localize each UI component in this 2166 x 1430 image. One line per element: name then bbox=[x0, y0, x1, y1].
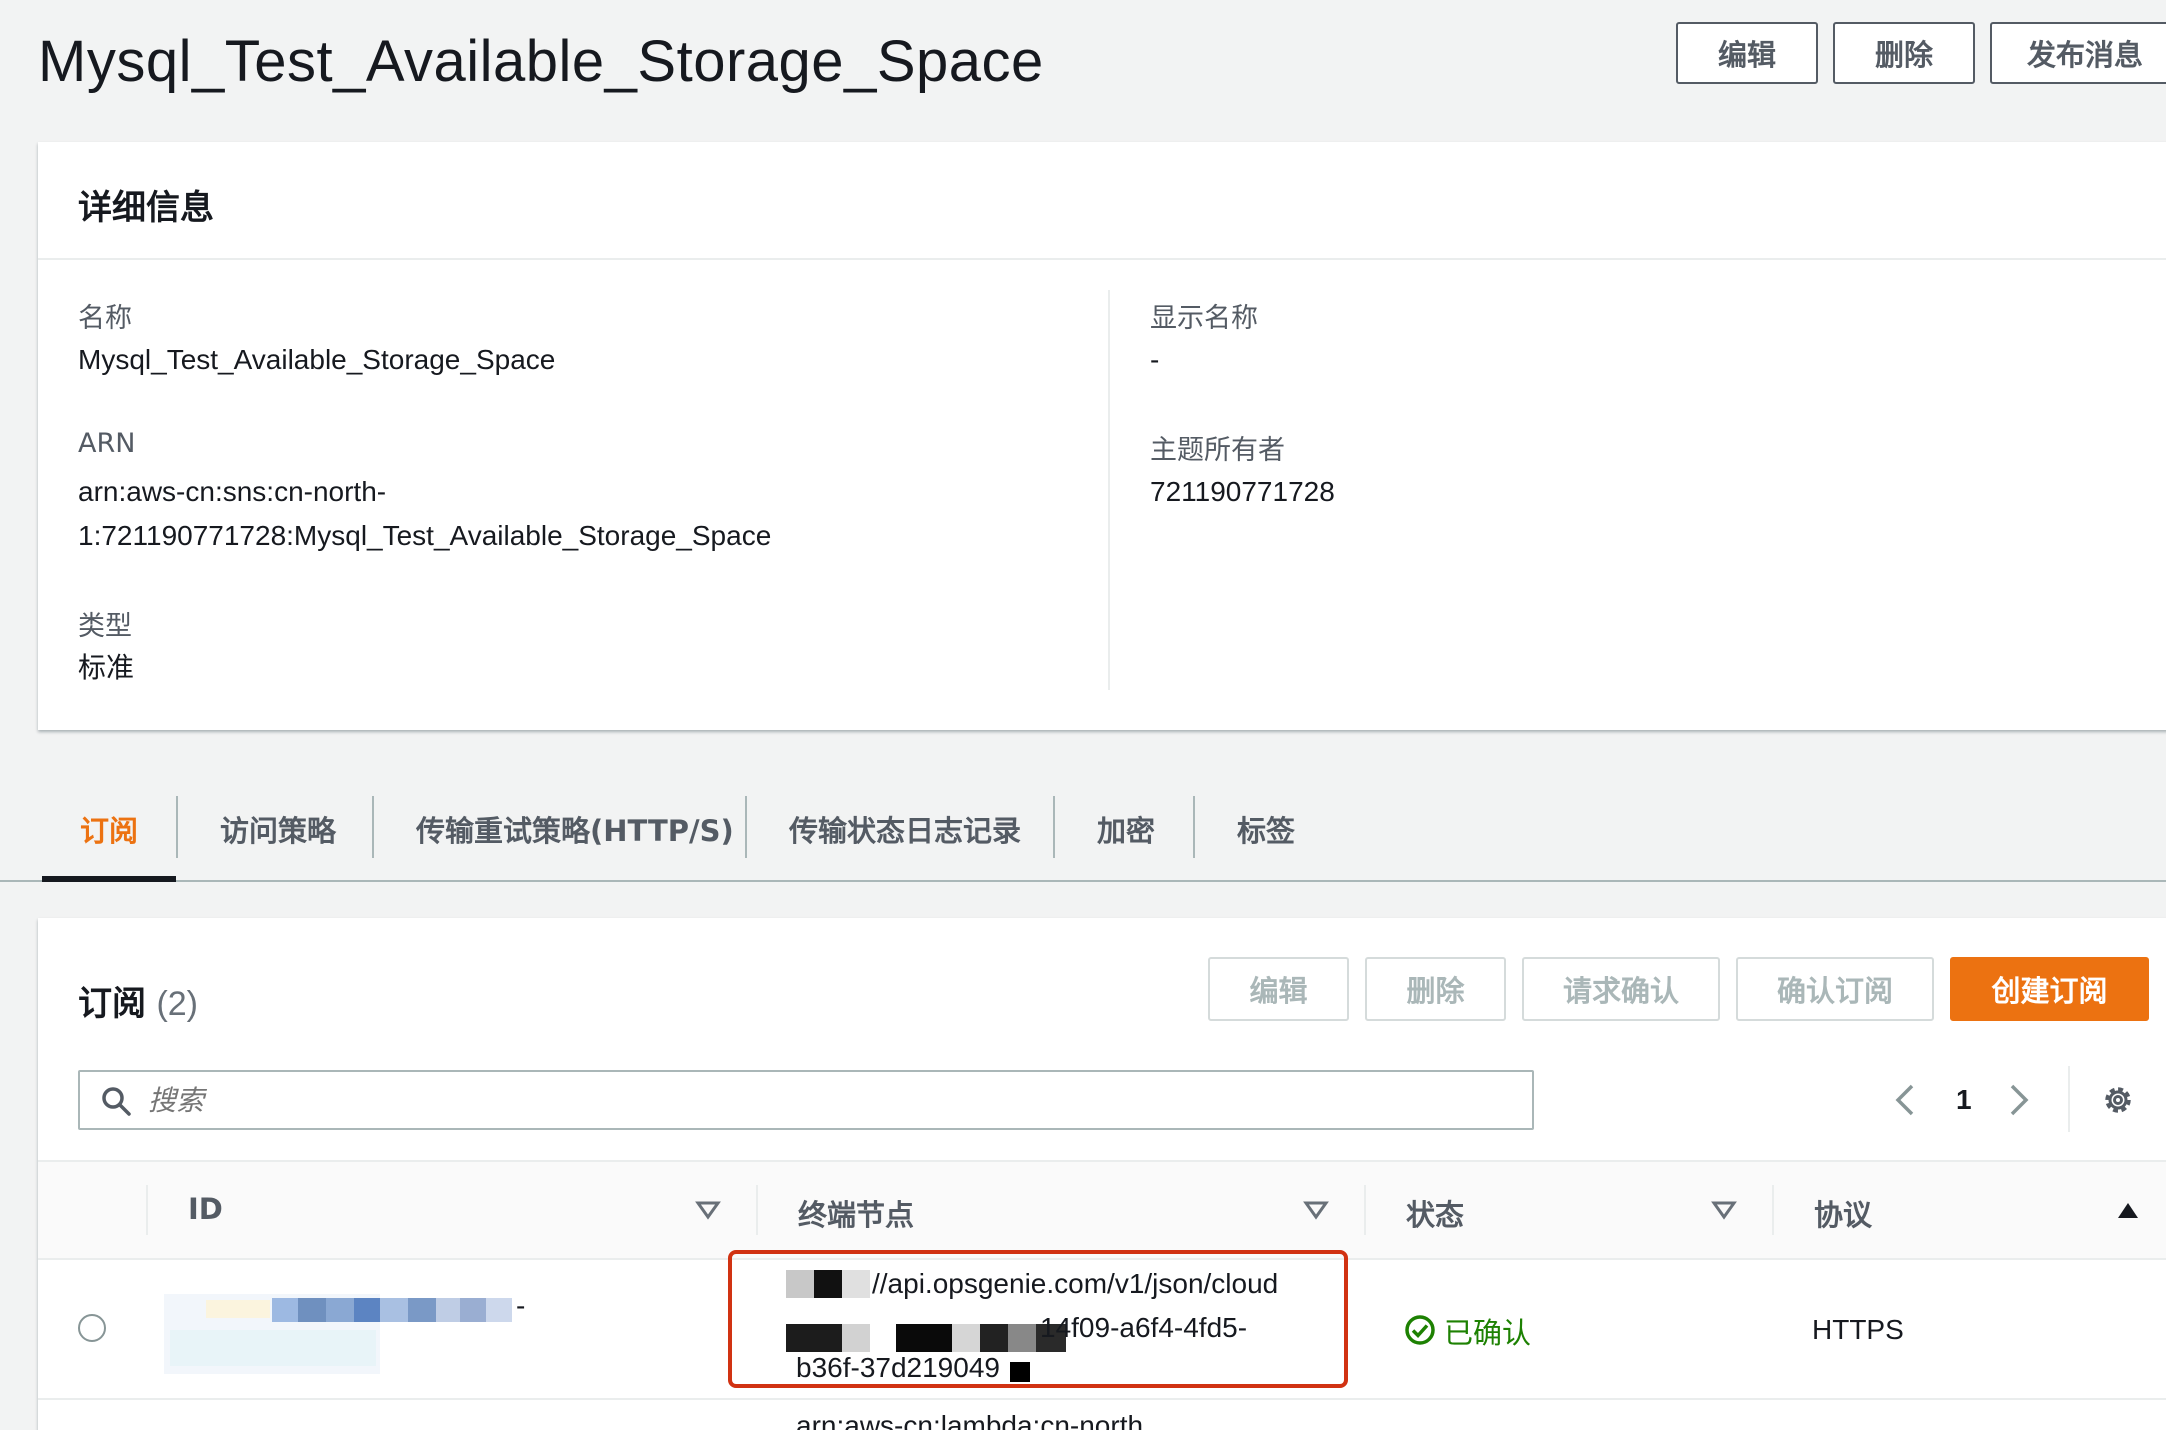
owner-label: 主题所有者 bbox=[1150, 435, 1285, 466]
tab-delivery-retry-policy[interactable]: 传输重试策略(HTTP/S) bbox=[416, 808, 734, 850]
tab-separator bbox=[1193, 796, 1195, 858]
table-row[interactable]: arn:aws-cn:lambda:cn-north bbox=[38, 1400, 2166, 1430]
type-label: 类型 bbox=[78, 611, 132, 642]
divider bbox=[38, 258, 2166, 260]
column-header-protocol[interactable]: 协议 bbox=[1814, 1192, 1872, 1234]
status-text: 已确认 bbox=[1444, 1316, 1532, 1350]
page-title: Mysql_Test_Available_Storage_Space bbox=[38, 29, 1044, 94]
details-panel: 详细信息 名称 Mysql_Test_Available_Storage_Spa… bbox=[38, 142, 2166, 730]
tab-separator bbox=[372, 796, 374, 858]
column-header-endpoint[interactable]: 终端节点 bbox=[798, 1192, 914, 1234]
create-subscription-button[interactable]: 创建订阅 bbox=[1950, 957, 2149, 1021]
edit-subscription-button[interactable]: 编辑 bbox=[1208, 957, 1349, 1021]
name-label: 名称 bbox=[78, 303, 132, 334]
sort-up-icon[interactable] bbox=[2114, 1198, 2142, 1222]
active-tab-indicator bbox=[42, 876, 176, 882]
current-page-number[interactable]: 1 bbox=[1956, 1084, 1972, 1116]
sort-down-icon[interactable] bbox=[1710, 1198, 1738, 1222]
delete-subscription-button[interactable]: 删除 bbox=[1365, 957, 1506, 1021]
gear-icon[interactable] bbox=[2100, 1082, 2136, 1118]
sort-down-icon[interactable] bbox=[694, 1198, 722, 1222]
row-select-radio[interactable] bbox=[78, 1314, 106, 1342]
tab-encryption[interactable]: 加密 bbox=[1097, 808, 1155, 850]
tab-bar-underline bbox=[0, 880, 2166, 882]
search-input[interactable] bbox=[148, 1078, 1518, 1122]
search-box[interactable] bbox=[78, 1070, 1534, 1130]
tab-separator bbox=[1053, 796, 1055, 858]
tab-delivery-status-logging[interactable]: 传输状态日志记录 bbox=[789, 808, 1021, 850]
type-value: 标准 bbox=[78, 651, 135, 684]
endpoint-line1: arn:aws-cn:lambda:cn-north bbox=[796, 1410, 1144, 1430]
endpoint-line2: 14f09-a6f4-4fd5- bbox=[1040, 1312, 1248, 1343]
display-name-label: 显示名称 bbox=[1150, 303, 1258, 334]
subscriptions-title: 订阅 bbox=[78, 984, 146, 1024]
divider bbox=[2068, 1066, 2070, 1132]
display-name-value: - bbox=[1150, 344, 1160, 375]
tab-access-policy[interactable]: 访问策略 bbox=[220, 808, 336, 850]
edit-topic-button[interactable]: 编辑 bbox=[1676, 22, 1818, 84]
publish-message-button[interactable]: 发布消息 bbox=[1990, 22, 2166, 84]
endpoint-line3: b36f-37d219049 bbox=[796, 1352, 1000, 1382]
check-circle-icon bbox=[1405, 1315, 1435, 1345]
tab-subscriptions[interactable]: 订阅 bbox=[80, 808, 138, 850]
details-heading: 详细信息 bbox=[78, 188, 214, 228]
sort-down-icon[interactable] bbox=[1302, 1198, 1330, 1222]
confirm-subscription-button[interactable]: 确认订阅 bbox=[1736, 957, 1934, 1021]
id-suffix: - bbox=[516, 1290, 526, 1321]
endpoint-line1: //api.opsgenie.com/v1/json/cloud bbox=[872, 1268, 1279, 1299]
chevron-left-icon[interactable] bbox=[1890, 1080, 1920, 1120]
tab-separator bbox=[176, 796, 178, 858]
arn-value-line2: 1:721190771728:Mysql_Test_Available_Stor… bbox=[78, 520, 772, 551]
request-confirmation-button[interactable]: 请求确认 bbox=[1522, 957, 1720, 1021]
owner-value: 721190771728 bbox=[1150, 476, 1335, 507]
subscriptions-count: (2) bbox=[156, 985, 199, 1023]
protocol-text: HTTPS bbox=[1812, 1314, 1904, 1345]
column-separator bbox=[756, 1185, 758, 1235]
search-icon bbox=[102, 1087, 131, 1116]
column-header-status[interactable]: 状态 bbox=[1406, 1192, 1464, 1234]
arn-label: ARN bbox=[78, 428, 136, 459]
arn-value-line1: arn:aws-cn:sns:cn-north- bbox=[78, 476, 387, 507]
name-value: Mysql_Test_Available_Storage_Space bbox=[78, 344, 556, 375]
delete-topic-button[interactable]: 删除 bbox=[1833, 22, 1975, 84]
column-header-id[interactable]: ID bbox=[188, 1192, 223, 1226]
chevron-right-icon[interactable] bbox=[2004, 1080, 2034, 1120]
column-separator bbox=[146, 1185, 148, 1235]
column-separator bbox=[1364, 1185, 1366, 1235]
column-separator bbox=[1772, 1185, 1774, 1235]
subscriptions-heading: 订阅 (2) bbox=[78, 976, 198, 1025]
tab-separator bbox=[745, 796, 747, 858]
divider bbox=[1108, 290, 1110, 690]
tab-tags[interactable]: 标签 bbox=[1237, 808, 1295, 850]
